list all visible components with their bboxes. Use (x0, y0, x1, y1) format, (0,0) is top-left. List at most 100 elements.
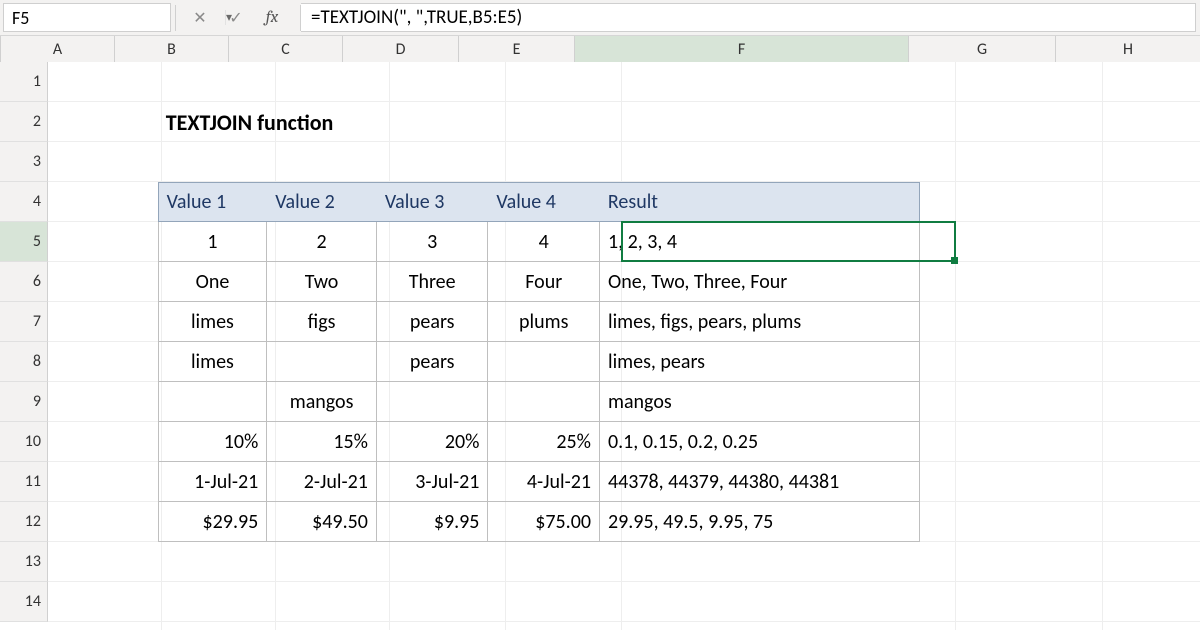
cell[interactable]: plums (488, 302, 600, 342)
row-header-3[interactable]: 3 (0, 142, 48, 182)
cell[interactable]: 3-Jul-21 (377, 462, 489, 502)
table-header-cell[interactable]: Value 2 (267, 182, 377, 222)
cell[interactable] (158, 142, 268, 182)
cell[interactable]: 0.1, 0.15, 0.2, 0.25 (600, 422, 920, 462)
cell[interactable]: $49.50 (267, 502, 377, 542)
cell[interactable] (488, 382, 600, 422)
name-box[interactable]: ▾ (3, 3, 171, 32)
cell[interactable]: limes, figs, pears, plums (600, 302, 920, 342)
cell[interactable] (48, 302, 158, 342)
cell[interactable] (1061, 422, 1200, 462)
cell[interactable] (1061, 502, 1200, 542)
cell[interactable] (920, 382, 1061, 422)
cell[interactable]: $9.95 (377, 502, 489, 542)
cell[interactable] (919, 102, 1060, 142)
cell[interactable] (487, 102, 599, 142)
column-header-D[interactable]: D (343, 36, 459, 62)
cell[interactable]: limes (158, 342, 268, 382)
row-header-14[interactable]: 14 (0, 582, 48, 622)
cell[interactable]: 29.95, 49.5, 9.95, 75 (600, 502, 920, 542)
row-header-11[interactable]: 11 (0, 462, 48, 502)
cell[interactable]: pears (377, 342, 489, 382)
table-header-cell[interactable]: Result (600, 182, 920, 222)
cell[interactable]: One (158, 262, 268, 302)
column-header-G[interactable]: G (909, 36, 1056, 62)
column-header-E[interactable]: E (459, 36, 575, 62)
row-header-2[interactable]: 2 (0, 102, 48, 142)
cell[interactable] (377, 62, 489, 102)
cancel-button[interactable]: ✕ (190, 8, 210, 28)
cell[interactable] (920, 182, 1061, 222)
table-header-cell[interactable]: Value 1 (158, 182, 268, 222)
cell[interactable]: Three (377, 262, 489, 302)
cell[interactable] (599, 102, 919, 142)
enter-button[interactable]: ✓ (226, 8, 246, 28)
cell[interactable] (267, 582, 377, 622)
cell[interactable] (1061, 62, 1200, 102)
cell[interactable] (1061, 182, 1200, 222)
cell[interactable]: $75.00 (488, 502, 600, 542)
cell[interactable] (920, 462, 1061, 502)
cell[interactable]: 1, 2, 3, 4 (600, 222, 920, 262)
row-header-6[interactable]: 6 (0, 262, 48, 302)
cell[interactable]: 4 (488, 222, 600, 262)
cell[interactable] (920, 302, 1061, 342)
cell[interactable] (48, 182, 158, 222)
cell[interactable] (1061, 142, 1200, 182)
cell[interactable] (377, 542, 489, 582)
cell[interactable] (48, 582, 158, 622)
cell[interactable]: pears (377, 302, 489, 342)
table-header-cell[interactable]: Value 4 (488, 182, 600, 222)
cell[interactable] (920, 582, 1061, 622)
cell[interactable] (48, 422, 158, 462)
cell[interactable] (48, 542, 158, 582)
cell[interactable] (267, 62, 377, 102)
cell[interactable] (158, 542, 268, 582)
cell[interactable] (920, 222, 1061, 262)
cell[interactable] (488, 342, 600, 382)
cell[interactable] (920, 342, 1061, 382)
cell[interactable] (1061, 542, 1200, 582)
cell[interactable] (1061, 222, 1200, 262)
cell[interactable] (488, 542, 600, 582)
row-header-5[interactable]: 5 (0, 222, 48, 262)
cell[interactable]: 15% (267, 422, 377, 462)
cell[interactable] (377, 582, 489, 622)
column-header-H[interactable]: H (1056, 36, 1200, 62)
column-header-B[interactable]: B (115, 36, 229, 62)
formula-input[interactable] (301, 3, 1196, 32)
cell[interactable] (267, 542, 377, 582)
cell[interactable] (48, 102, 158, 142)
cell[interactable] (600, 542, 920, 582)
grid[interactable]: TEXTJOIN functionValue 1Value 2Value 3Va… (48, 62, 1200, 630)
cell[interactable]: limes (158, 302, 268, 342)
cell[interactable]: figs (267, 302, 377, 342)
row-header-10[interactable]: 10 (0, 422, 48, 462)
cell[interactable]: 3 (377, 222, 489, 262)
column-header-C[interactable]: C (229, 36, 343, 62)
cell[interactable] (158, 62, 268, 102)
cell[interactable] (1061, 262, 1200, 302)
cell[interactable] (267, 342, 377, 382)
cell[interactable]: 20% (377, 422, 489, 462)
row-header-1[interactable]: 1 (0, 62, 48, 102)
cell[interactable] (488, 62, 600, 102)
cell[interactable] (600, 142, 920, 182)
column-header-A[interactable]: A (1, 36, 115, 62)
row-header-4[interactable]: 4 (0, 182, 48, 222)
cell[interactable] (920, 262, 1061, 302)
cell[interactable]: 25% (488, 422, 600, 462)
cell[interactable] (488, 582, 600, 622)
cell[interactable] (1061, 462, 1200, 502)
row-header-9[interactable]: 9 (0, 382, 48, 422)
cell[interactable]: One, Two, Three, Four (600, 262, 920, 302)
insert-function-button[interactable]: fx (262, 8, 282, 28)
cell[interactable] (48, 342, 158, 382)
cell[interactable] (267, 142, 377, 182)
cell[interactable] (920, 542, 1061, 582)
cell[interactable] (377, 142, 489, 182)
row-header-7[interactable]: 7 (0, 302, 48, 342)
cell[interactable] (1061, 582, 1200, 622)
cell[interactable]: 2 (267, 222, 377, 262)
cell[interactable] (48, 502, 158, 542)
